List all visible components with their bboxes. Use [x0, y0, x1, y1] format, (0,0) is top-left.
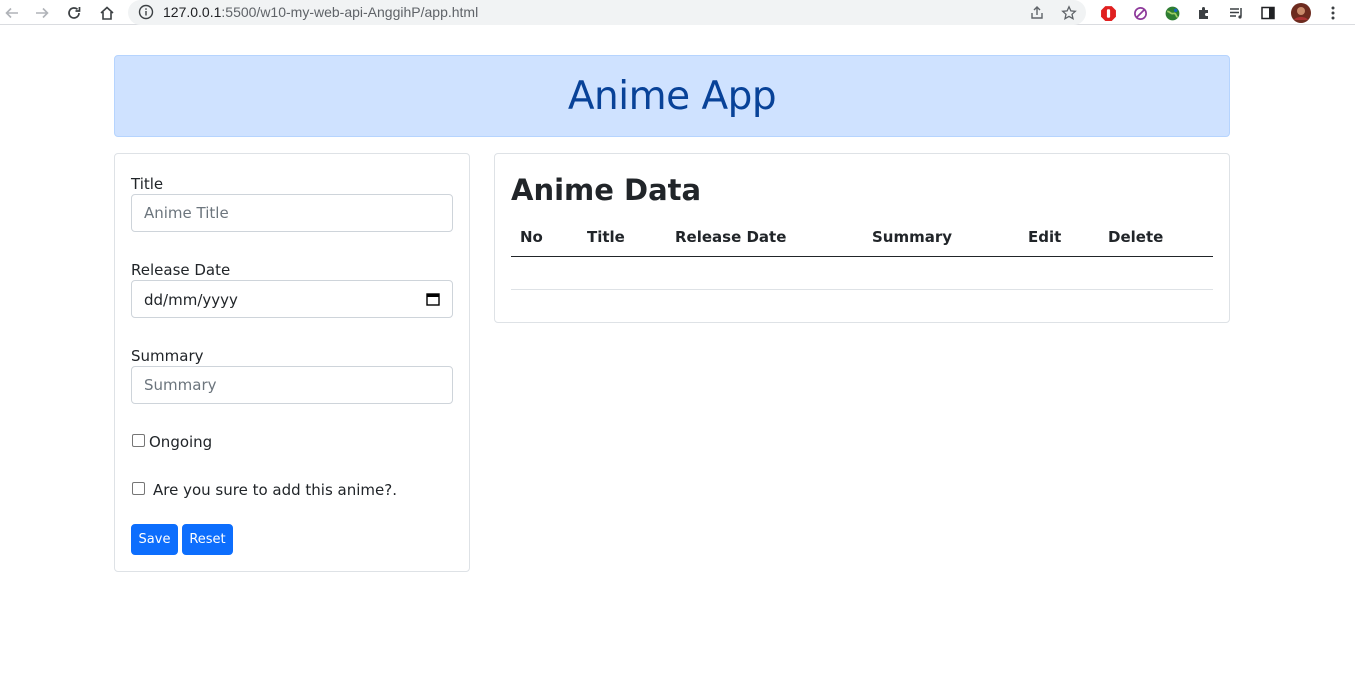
home-icon[interactable]	[96, 2, 118, 24]
app-header: Anime App	[114, 55, 1230, 137]
ongoing-checkbox[interactable]	[132, 434, 145, 447]
table-body-empty	[511, 289, 1213, 290]
summary-input[interactable]	[131, 366, 453, 404]
column-header-summary: Summary	[872, 228, 953, 246]
column-header-no: No	[520, 228, 543, 246]
bookmark-star-icon[interactable]	[1060, 4, 1078, 22]
save-button[interactable]: Save	[131, 524, 178, 555]
profile-avatar[interactable]	[1291, 3, 1311, 23]
forward-icon[interactable]	[31, 2, 53, 24]
side-panel-icon[interactable]	[1258, 3, 1278, 23]
title-input[interactable]	[131, 194, 453, 232]
column-header-title: Title	[587, 228, 625, 246]
confirm-label: Are you sure to add this anime?.	[153, 481, 397, 499]
release-date-label: Release Date	[131, 261, 231, 279]
calendar-icon[interactable]	[426, 292, 440, 306]
title-label: Title	[131, 175, 164, 193]
page-title: Anime App	[567, 73, 777, 119]
adblock-extension-icon[interactable]	[1098, 3, 1118, 23]
address-bar[interactable]: 127.0.0.1:5500/w10-my-web-api-AnggihP/ap…	[128, 0, 1086, 25]
globe-extension-icon[interactable]	[1162, 3, 1182, 23]
reset-button[interactable]: Reset	[182, 524, 233, 555]
share-icon[interactable]	[1028, 4, 1046, 22]
release-date-input[interactable]: dd/mm/yyyy	[131, 280, 453, 318]
column-header-release-date: Release Date	[675, 228, 787, 246]
anime-data-panel: Anime Data No Title Release Date Summary…	[494, 153, 1230, 323]
data-title: Anime Data	[511, 173, 702, 207]
column-header-delete: Delete	[1108, 228, 1164, 246]
block-extension-icon[interactable]	[1130, 3, 1150, 23]
confirm-checkbox[interactable]	[132, 482, 145, 495]
browser-menu-icon[interactable]	[1323, 3, 1343, 23]
column-header-edit: Edit	[1028, 228, 1062, 246]
reading-list-icon[interactable]	[1226, 3, 1246, 23]
ongoing-label: Ongoing	[149, 433, 213, 451]
back-icon[interactable]	[1, 2, 23, 24]
summary-label: Summary	[131, 347, 204, 365]
reload-icon[interactable]	[63, 2, 85, 24]
browser-toolbar: 127.0.0.1:5500/w10-my-web-api-AnggihP/ap…	[0, 0, 1355, 25]
url-text: 127.0.0.1:5500/w10-my-web-api-AnggihP/ap…	[163, 4, 479, 20]
extensions-puzzle-icon[interactable]	[1194, 3, 1214, 23]
anime-form: Title Release Date dd/mm/yyyy Summary On…	[114, 153, 470, 572]
table-header-divider	[511, 256, 1213, 257]
release-date-value: dd/mm/yyyy	[144, 291, 238, 309]
site-info-icon[interactable]	[138, 4, 154, 20]
